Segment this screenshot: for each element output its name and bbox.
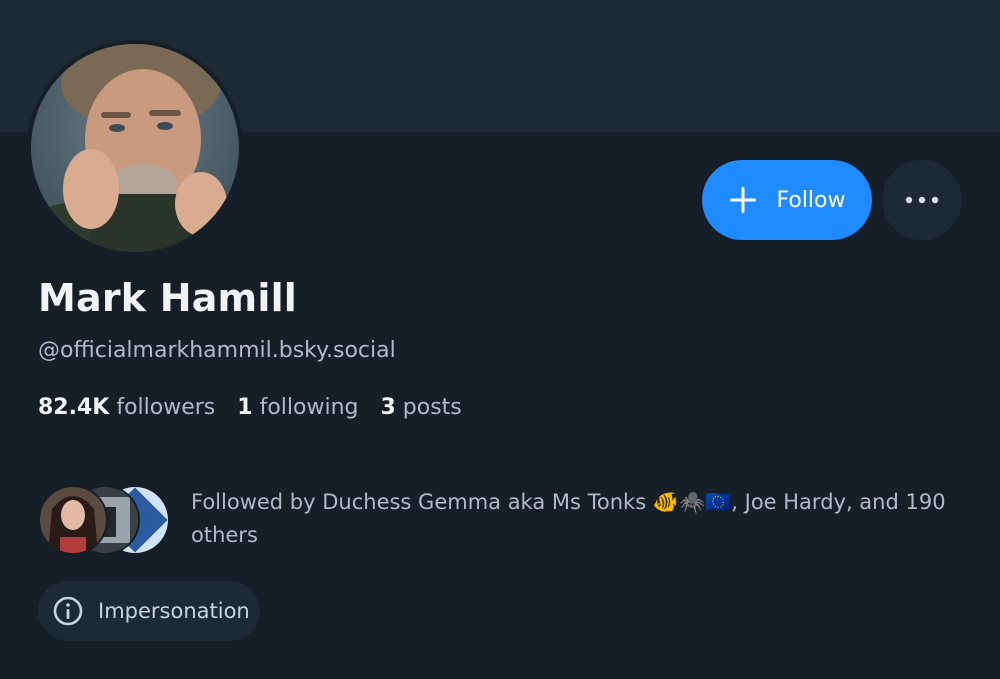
profile-stats: 82.4K followers 1 following 3 posts	[38, 395, 462, 420]
plus-icon	[730, 187, 757, 213]
profile-handle: @officialmarkhammil.bsky.social	[38, 338, 396, 363]
known-follower-avatar	[38, 485, 108, 555]
following-count: 1	[237, 395, 253, 420]
avatar-portrait-image	[31, 44, 239, 252]
follow-button[interactable]: Follow	[702, 160, 872, 240]
info-icon	[53, 596, 83, 626]
known-followers-avatars[interactable]	[38, 485, 170, 555]
posts-label: posts	[402, 395, 462, 420]
following-stat[interactable]: 1 following	[237, 395, 358, 420]
known-followers-emoji: 🐠🕷️🇪🇺	[652, 490, 732, 514]
posts-count: 3	[380, 395, 396, 420]
impersonation-label-pill[interactable]: Impersonation	[38, 581, 260, 641]
known-followers-text[interactable]: Followed by Duchess Gemma aka Ms Tonks 🐠…	[191, 486, 951, 552]
followers-count: 82.4K	[38, 395, 110, 420]
following-label: following	[259, 395, 359, 420]
more-options-button[interactable]	[882, 160, 962, 240]
avatar-photo	[31, 44, 239, 252]
profile-display-name: Mark Hamill	[38, 276, 298, 320]
known-followers-lead: Followed by Duchess Gemma aka Ms Tonks	[191, 490, 653, 514]
posts-stat: 3 posts	[380, 395, 461, 420]
ellipsis-icon	[905, 196, 939, 204]
followers-stat[interactable]: 82.4K followers	[38, 395, 215, 420]
follow-button-label: Follow	[776, 187, 846, 213]
followers-label: followers	[116, 395, 216, 420]
profile-avatar[interactable]	[27, 40, 243, 256]
impersonation-label: Impersonation	[98, 599, 250, 623]
